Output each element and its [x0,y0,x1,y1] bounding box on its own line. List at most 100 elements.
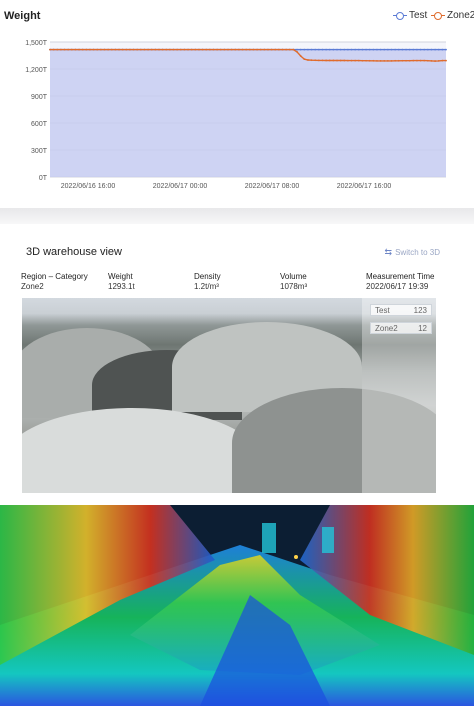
overlay-chip-test[interactable]: Test 123 [370,304,432,316]
series-point-zone2 [150,48,153,51]
series-point-zone2 [143,48,146,51]
series-point-zone2 [394,59,397,62]
series-point-zone2 [445,59,447,62]
series-point-zone2 [241,48,244,51]
series-point-test [379,48,382,51]
x-tick-label: 2022/06/17 16:00 [337,183,392,190]
series-point-zone2 [383,60,386,62]
series-point-test [390,48,393,51]
series-point-test [332,48,335,51]
series-point-zone2 [154,48,157,51]
series-point-zone2 [234,48,237,51]
series-point-zone2 [179,48,182,51]
series-point-test [441,48,444,51]
series-point-zone2 [172,48,175,51]
series-point-zone2 [183,48,186,51]
series-point-test [361,48,364,51]
series-point-zone2 [114,48,117,51]
series-point-zone2 [325,59,328,62]
series-point-zone2 [314,59,317,62]
series-point-test [416,48,418,51]
warehouse-photo: Test 123 Zone2 12 [22,298,436,493]
info-value: 2022/06/17 19:39 [366,282,429,291]
series-point-zone2 [347,59,349,62]
series-point-test [307,48,309,51]
series-point-test [354,48,357,51]
series-point-test [314,48,317,51]
series-point-zone2 [129,48,131,51]
info-header: Density [194,272,221,281]
info-density: Density 1.2t/m³ [194,272,221,292]
series-point-zone2 [85,48,88,51]
chip-label: Zone2 [375,323,398,333]
series-point-test [303,48,306,51]
series-point-zone2 [263,48,266,51]
series-point-zone2 [81,48,84,51]
series-point-zone2 [205,48,208,51]
series-point-test [430,48,433,51]
series-point-test [357,48,360,51]
cloud-structure [262,523,276,553]
series-point-test [386,48,389,51]
series-point-test [343,48,346,51]
series-point-zone2 [332,59,335,62]
overlay-chip-zone2[interactable]: Zone2 12 [370,322,432,334]
chip-label: Test [375,305,390,315]
point-cloud-graphic [0,505,474,706]
series-point-zone2 [230,48,233,51]
info-measurement-time: Measurement Time 2022/06/17 19:39 [366,272,434,292]
series-area-test [50,49,446,177]
series-point-zone2 [365,59,367,62]
series-point-test [317,48,320,51]
series-point-test [365,48,367,51]
series-point-test [434,48,437,51]
series-point-test [412,48,415,51]
series-point-zone2 [303,58,306,60]
weight-chart: 0T 300T 600T 900T 1,200T 1,500T 2022/06/16 16:… [25,40,447,190]
info-header: Weight [108,272,133,281]
series-point-test [401,48,404,51]
series-point-zone2 [426,59,429,62]
series-point-test [372,48,375,51]
y-tick-label: 1,500T [25,40,48,47]
series-point-zone2 [423,59,426,62]
series-point-zone2 [416,59,418,62]
info-value: 1078m³ [280,282,308,291]
chip-value: 12 [418,323,427,333]
series-point-zone2 [350,59,353,62]
series-point-test [423,48,426,51]
series-point-zone2 [259,48,262,51]
series-point-zone2 [74,48,77,51]
series-point-test [350,48,353,51]
series-point-zone2 [397,59,400,62]
x-tick-label: 2022/06/17 00:00 [153,183,208,190]
series-point-test [394,48,397,51]
series-point-test [408,48,411,51]
series-point-zone2 [219,48,222,51]
series-point-zone2 [107,48,110,51]
info-region-category: Region – Category Zone2 [21,272,88,292]
series-point-zone2 [281,48,284,51]
series-point-zone2 [274,48,277,51]
y-tick-label: 1,200T [25,67,48,74]
series-point-zone2 [70,48,73,51]
series-point-zone2 [379,60,382,62]
info-value: Zone2 [21,282,44,291]
series-point-zone2 [292,48,295,51]
series-point-test [310,48,313,51]
series-point-zone2 [92,48,95,51]
series-point-zone2 [216,48,219,51]
series-point-test [368,48,371,51]
series-point-test [299,48,302,51]
series-point-zone2 [441,59,444,62]
series-point-test [383,48,386,51]
series-point-zone2 [147,48,149,51]
switch-to-3d-button[interactable]: ⇆ Switch to 3D [385,247,440,258]
info-header: Region – Category [21,272,88,281]
series-point-zone2 [328,59,331,62]
series-point-zone2 [118,48,120,51]
section-divider [0,208,474,224]
series-point-zone2 [361,59,364,62]
series-point-zone2 [168,48,171,51]
series-point-test [347,48,349,51]
